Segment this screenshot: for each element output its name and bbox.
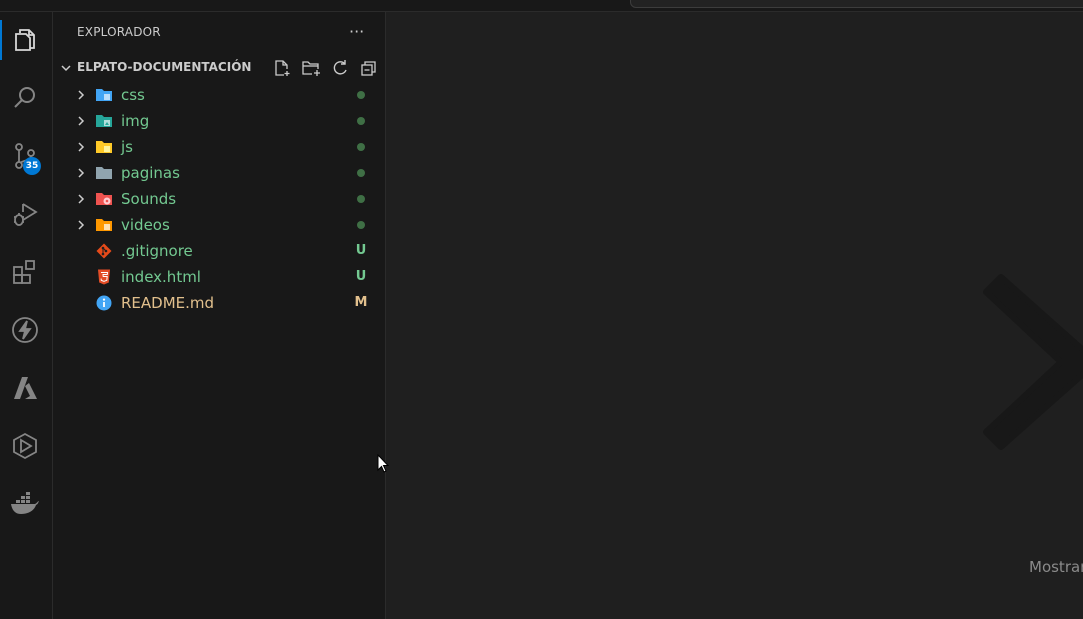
git-status-letter: U <box>355 243 367 258</box>
hexagon-play-icon <box>13 432 37 460</box>
workspace-folder-header[interactable]: ELPATO-DOCUMENTACIÓN <box>53 56 385 80</box>
explorer-activity-button[interactable] <box>0 16 50 64</box>
explorer-title: EXPLORADOR <box>77 25 161 39</box>
source-control-activity-button[interactable]: 35 <box>0 132 50 180</box>
git-status-dot <box>357 195 365 203</box>
docker-whale-icon <box>11 492 39 514</box>
new-folder-icon <box>302 61 320 76</box>
azure-icon <box>14 377 37 399</box>
command-center-search[interactable] <box>630 0 1083 8</box>
thunder-client-activity-button[interactable] <box>0 306 50 354</box>
git-status-letter: M <box>354 295 368 310</box>
chevron-right-icon <box>78 142 85 152</box>
editor-empty-area[interactable]: Mostrar <box>386 12 1083 619</box>
chevron-right-icon <box>78 168 85 178</box>
tree-item-label: img <box>121 112 150 130</box>
editor-hint-text: Mostrar <box>1029 558 1083 576</box>
refresh-explorer-button[interactable] <box>330 59 350 77</box>
tree-item-label: index.html <box>121 268 201 286</box>
folder-css-icon <box>96 89 112 101</box>
more-actions-button[interactable]: ··· <box>349 22 364 42</box>
tree-item-js[interactable]: js <box>53 134 385 160</box>
folder-audio-icon <box>96 193 112 205</box>
tree-item-label: paginas <box>121 164 180 182</box>
files-icon <box>15 29 35 51</box>
folder-video-icon <box>96 219 112 231</box>
new-folder-button[interactable] <box>301 59 321 77</box>
tree-item-gitignore[interactable]: .gitignore U <box>53 238 385 264</box>
title-bar <box>0 0 1083 12</box>
tree-item-index-html[interactable]: index.html U <box>53 264 385 290</box>
tree-item-css[interactable]: css <box>53 82 385 108</box>
folder-images-icon <box>96 115 112 127</box>
new-file-button[interactable] <box>272 59 292 77</box>
tree-item-label: .gitignore <box>121 242 193 260</box>
collapse-all-icon <box>361 61 376 76</box>
tree-item-img[interactable]: img <box>53 108 385 134</box>
git-status-dot <box>357 221 365 229</box>
mouse-pointer-icon <box>377 454 389 473</box>
run-debug-activity-button[interactable] <box>0 190 50 238</box>
docker-activity-button[interactable] <box>0 480 50 528</box>
folder-js-icon <box>96 141 112 153</box>
workspace-folder-name: ELPATO-DOCUMENTACIÓN <box>77 60 252 74</box>
tree-item-label: css <box>121 86 145 104</box>
remote-explorer-activity-button[interactable] <box>0 422 50 470</box>
refresh-icon <box>333 60 347 75</box>
tree-item-label: README.md <box>121 294 215 312</box>
new-file-icon <box>275 60 290 76</box>
tree-item-videos[interactable]: videos <box>53 212 385 238</box>
chevron-right-icon <box>78 90 85 100</box>
git-file-icon <box>96 243 112 259</box>
git-status-letter: U <box>355 269 367 284</box>
search-icon <box>14 87 35 108</box>
git-status-dot <box>357 91 365 99</box>
activity-bar: 35 <box>0 12 53 619</box>
chevron-right-icon <box>78 194 85 204</box>
search-activity-button[interactable] <box>0 74 50 122</box>
chevron-right-icon <box>78 116 85 126</box>
git-status-dot <box>357 143 365 151</box>
chevron-down-icon <box>61 65 71 72</box>
folder-icon <box>96 167 112 179</box>
extensions-icon <box>13 260 35 284</box>
tree-item-label: Sounds <box>121 190 177 208</box>
git-status-dot <box>357 117 365 125</box>
extensions-activity-button[interactable] <box>0 248 50 296</box>
source-control-badge: 35 <box>23 157 41 175</box>
vscode-window: 35 EXPLORADOR ··· ELPATO-DOCUMENTACIÓN c… <box>0 0 1083 619</box>
collapse-folders-button[interactable] <box>359 59 379 77</box>
chevron-right-icon <box>78 220 85 230</box>
lightning-icon <box>12 317 38 343</box>
tree-item-label: videos <box>121 216 170 234</box>
git-status-dot <box>357 169 365 177</box>
explorer-sidebar: EXPLORADOR ··· ELPATO-DOCUMENTACIÓN css … <box>53 12 386 619</box>
html5-file-icon <box>98 269 110 285</box>
tree-item-sounds[interactable]: Sounds <box>53 186 385 212</box>
info-file-icon <box>96 295 112 311</box>
tree-item-label: js <box>121 138 133 156</box>
run-debug-icon <box>14 203 38 226</box>
vscode-logo-watermark <box>983 274 1083 450</box>
tree-item-paginas[interactable]: paginas <box>53 160 385 186</box>
azure-activity-button[interactable] <box>0 364 50 412</box>
tree-item-readme[interactable]: README.md M <box>53 290 385 316</box>
